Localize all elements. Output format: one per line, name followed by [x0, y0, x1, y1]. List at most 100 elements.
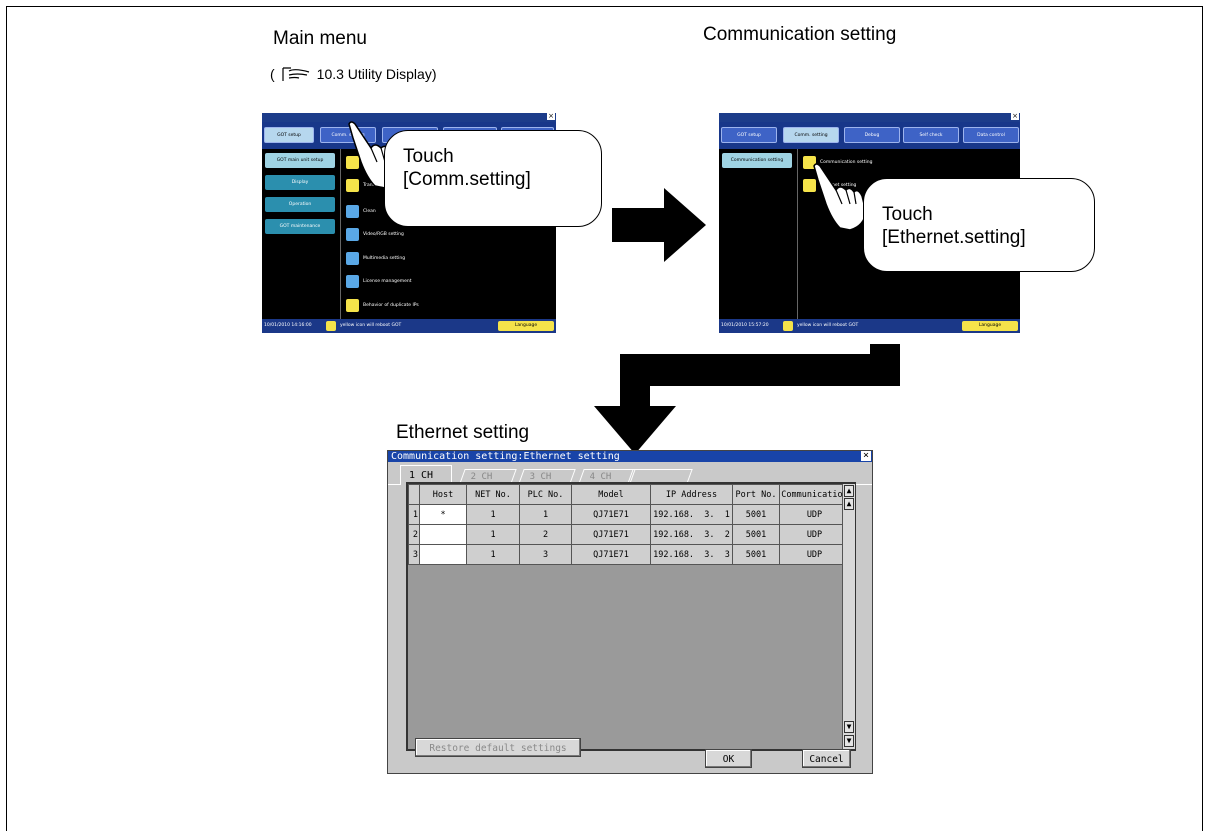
status-time: 10/01/2010 15:57:20 [721, 323, 769, 328]
cell-host[interactable]: * [419, 504, 467, 525]
cell-host[interactable] [419, 544, 467, 565]
window-titlebar: Communication setting:Ethernet setting × [388, 451, 872, 462]
col-ip-address: IP Address [650, 484, 733, 505]
cell-model[interactable]: QJ71E71 [571, 524, 651, 545]
item-label: Clean [363, 208, 376, 214]
tab-data-control[interactable]: Data control [963, 127, 1019, 143]
scroll-top-icon[interactable]: ▲ [844, 485, 854, 497]
yellow-indicator-icon [326, 321, 336, 331]
cell-plc-no[interactable]: 3 [519, 544, 572, 565]
language-button[interactable]: Language [962, 321, 1018, 331]
blue-square-icon [346, 227, 359, 241]
callout-line-1: Touch [882, 204, 933, 225]
cell-host[interactable] [419, 524, 467, 545]
table-row[interactable]: 3 1 3 QJ71E71 192.168. 3. 3 5001 UDP [408, 544, 850, 565]
cell-net-no[interactable]: 1 [466, 504, 520, 525]
reference-link[interactable]: 10.3 Utility Display) [317, 66, 437, 82]
cell-net-no[interactable]: 1 [466, 524, 520, 545]
callout-comm-setting: Touch [Comm.setting] [384, 130, 602, 227]
blue-square-icon [346, 251, 359, 265]
reference-text: ( 10.3 Utility Display) [270, 66, 437, 82]
close-icon[interactable]: × [1011, 113, 1019, 120]
reference-open-paren: ( [270, 66, 275, 82]
cell-port-no[interactable]: 5001 [732, 504, 780, 525]
table-row[interactable]: 1 * 1 1 QJ71E71 192.168. 3. 1 5001 UDP [408, 504, 850, 525]
status-bar: 10/01/2010 14:16:00 yellow icon will reb… [262, 319, 556, 333]
cell-ip-address[interactable]: 192.168. 3. 1 [650, 504, 733, 525]
main-menu-label: Main menu [273, 28, 367, 49]
operation-button[interactable]: Operation [265, 197, 335, 212]
status-text: yellow icon will reboot GOT [340, 323, 402, 328]
cell-ip-address[interactable]: 192.168. 3. 3 [650, 544, 733, 565]
col-communication: Communication [779, 484, 850, 505]
vertical-scrollbar[interactable]: ▲ ▲ ▼ ▼ [842, 484, 855, 749]
ok-button[interactable]: OK [705, 749, 752, 768]
communication-setting-button[interactable]: Communication setting [722, 153, 792, 168]
col-port-no: Port No. [732, 484, 780, 505]
status-time: 10/01/2010 14:16:00 [264, 323, 312, 328]
status-text: yellow icon will reboot GOT [797, 323, 859, 328]
left-panel: Communication setting [719, 149, 798, 319]
got-main-unit-setup-button[interactable]: GOT main unit setup [265, 153, 335, 168]
table-header-row: Host NET No. PLC No. Model IP Address Po… [408, 484, 850, 505]
cell-plc-no[interactable]: 1 [519, 504, 572, 525]
tab-debug[interactable]: Debug [844, 127, 900, 143]
table-row[interactable]: 2 1 2 QJ71E71 192.168. 3. 2 5001 UDP [408, 524, 850, 545]
menu-item-license[interactable]: License management [346, 274, 412, 288]
scroll-up-icon[interactable]: ▲ [844, 498, 854, 510]
ethernet-setting-window: Communication setting:Ethernet setting ×… [387, 450, 873, 774]
menu-item-video[interactable]: Video/RGB setting [346, 227, 404, 241]
restore-default-settings-button[interactable]: Restore default settings [415, 738, 581, 757]
cell-port-no[interactable]: 5001 [732, 524, 780, 545]
menu-item-clean[interactable]: Clean [346, 204, 376, 218]
window-title: Communication setting:Ethernet setting [391, 451, 620, 462]
callout-line-1: Touch [403, 146, 454, 167]
col-net-no: NET No. [466, 484, 520, 505]
cell-model[interactable]: QJ71E71 [571, 544, 651, 565]
close-icon[interactable]: × [547, 113, 555, 120]
yellow-indicator-icon [783, 321, 793, 331]
row-index: 1 [408, 504, 420, 525]
down-arrow-icon [594, 344, 900, 454]
cell-communication[interactable]: UDP [779, 504, 850, 525]
cell-communication[interactable]: UDP [779, 544, 850, 565]
menu-item-multimedia[interactable]: Multimedia setting [346, 251, 405, 265]
tab-comm-setting[interactable]: Comm. setting [783, 127, 839, 143]
cell-port-no[interactable]: 5001 [732, 544, 780, 565]
cell-ip-address[interactable]: 192.168. 3. 2 [650, 524, 733, 545]
status-bar: 10/01/2010 15:57:20 yellow icon will reb… [719, 319, 1020, 333]
col-model: Model [571, 484, 651, 505]
col-index [408, 484, 420, 505]
got-maintenance-button[interactable]: GOT maintenance [265, 219, 335, 234]
screen-titlebar: × [262, 113, 556, 122]
touch-hand-icon [813, 163, 867, 231]
cancel-button[interactable]: Cancel [802, 749, 851, 768]
tab-got-setup[interactable]: GOT setup [721, 127, 777, 143]
comm-setting-label: Communication setting [703, 24, 897, 45]
ethernet-table: Host NET No. PLC No. Model IP Address Po… [408, 484, 850, 565]
item-label: Video/RGB setting [363, 231, 404, 237]
blue-square-icon [346, 204, 359, 218]
item-label: License management [363, 278, 412, 284]
scroll-bottom-icon[interactable]: ▼ [844, 735, 854, 747]
scroll-down-icon[interactable]: ▼ [844, 721, 854, 733]
cell-plc-no[interactable]: 2 [519, 524, 572, 545]
cell-communication[interactable]: UDP [779, 524, 850, 545]
ethernet-setting-label: Ethernet setting [396, 422, 530, 443]
tab-self-check[interactable]: Self check [903, 127, 959, 143]
screen-titlebar: × [719, 113, 1020, 122]
callout-line-2: [Comm.setting] [403, 169, 531, 190]
item-label: Behavior of duplicate IPs [363, 302, 419, 308]
cell-net-no[interactable]: 1 [466, 544, 520, 565]
screen-tabbar: GOT setup Comm. setting Debug Self check… [719, 122, 1020, 149]
menu-item-duplicate-ips[interactable]: Behavior of duplicate IPs [346, 298, 419, 312]
tab-got-setup[interactable]: GOT setup [264, 127, 314, 143]
right-arrow-icon [612, 188, 706, 262]
display-button[interactable]: Display [265, 175, 335, 190]
language-button[interactable]: Language [498, 321, 554, 331]
cell-model[interactable]: QJ71E71 [571, 504, 651, 525]
callout-ethernet-setting: Touch [Ethernet.setting] [863, 178, 1095, 272]
close-icon[interactable]: × [861, 451, 871, 461]
reference-hand-icon [282, 67, 309, 81]
callout-line-2: [Ethernet.setting] [882, 227, 1026, 248]
